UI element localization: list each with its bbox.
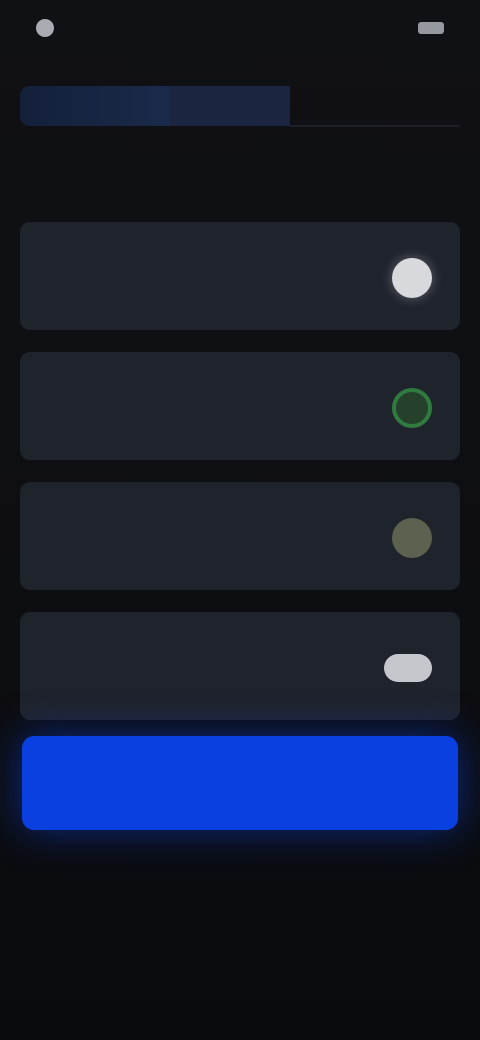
option-toggle[interactable]	[384, 654, 432, 682]
option-toggle[interactable]	[392, 388, 432, 428]
status-icon	[36, 19, 54, 37]
option-card-3[interactable]	[20, 482, 460, 590]
option-list	[20, 222, 460, 742]
tab-strip	[20, 85, 460, 127]
status-left	[36, 19, 68, 37]
battery-icon	[418, 22, 444, 34]
app-screen	[0, 0, 480, 1040]
status-right	[410, 22, 444, 34]
tab-right[interactable]	[290, 85, 460, 127]
tab-left[interactable]	[20, 86, 170, 126]
tab-active[interactable]	[170, 86, 290, 126]
option-card-4[interactable]	[20, 612, 460, 720]
option-card-2[interactable]	[20, 352, 460, 460]
option-toggle[interactable]	[392, 518, 432, 558]
status-bar	[0, 0, 480, 56]
option-toggle[interactable]	[392, 258, 432, 298]
primary-button[interactable]	[22, 736, 458, 830]
option-card-1[interactable]	[20, 222, 460, 330]
